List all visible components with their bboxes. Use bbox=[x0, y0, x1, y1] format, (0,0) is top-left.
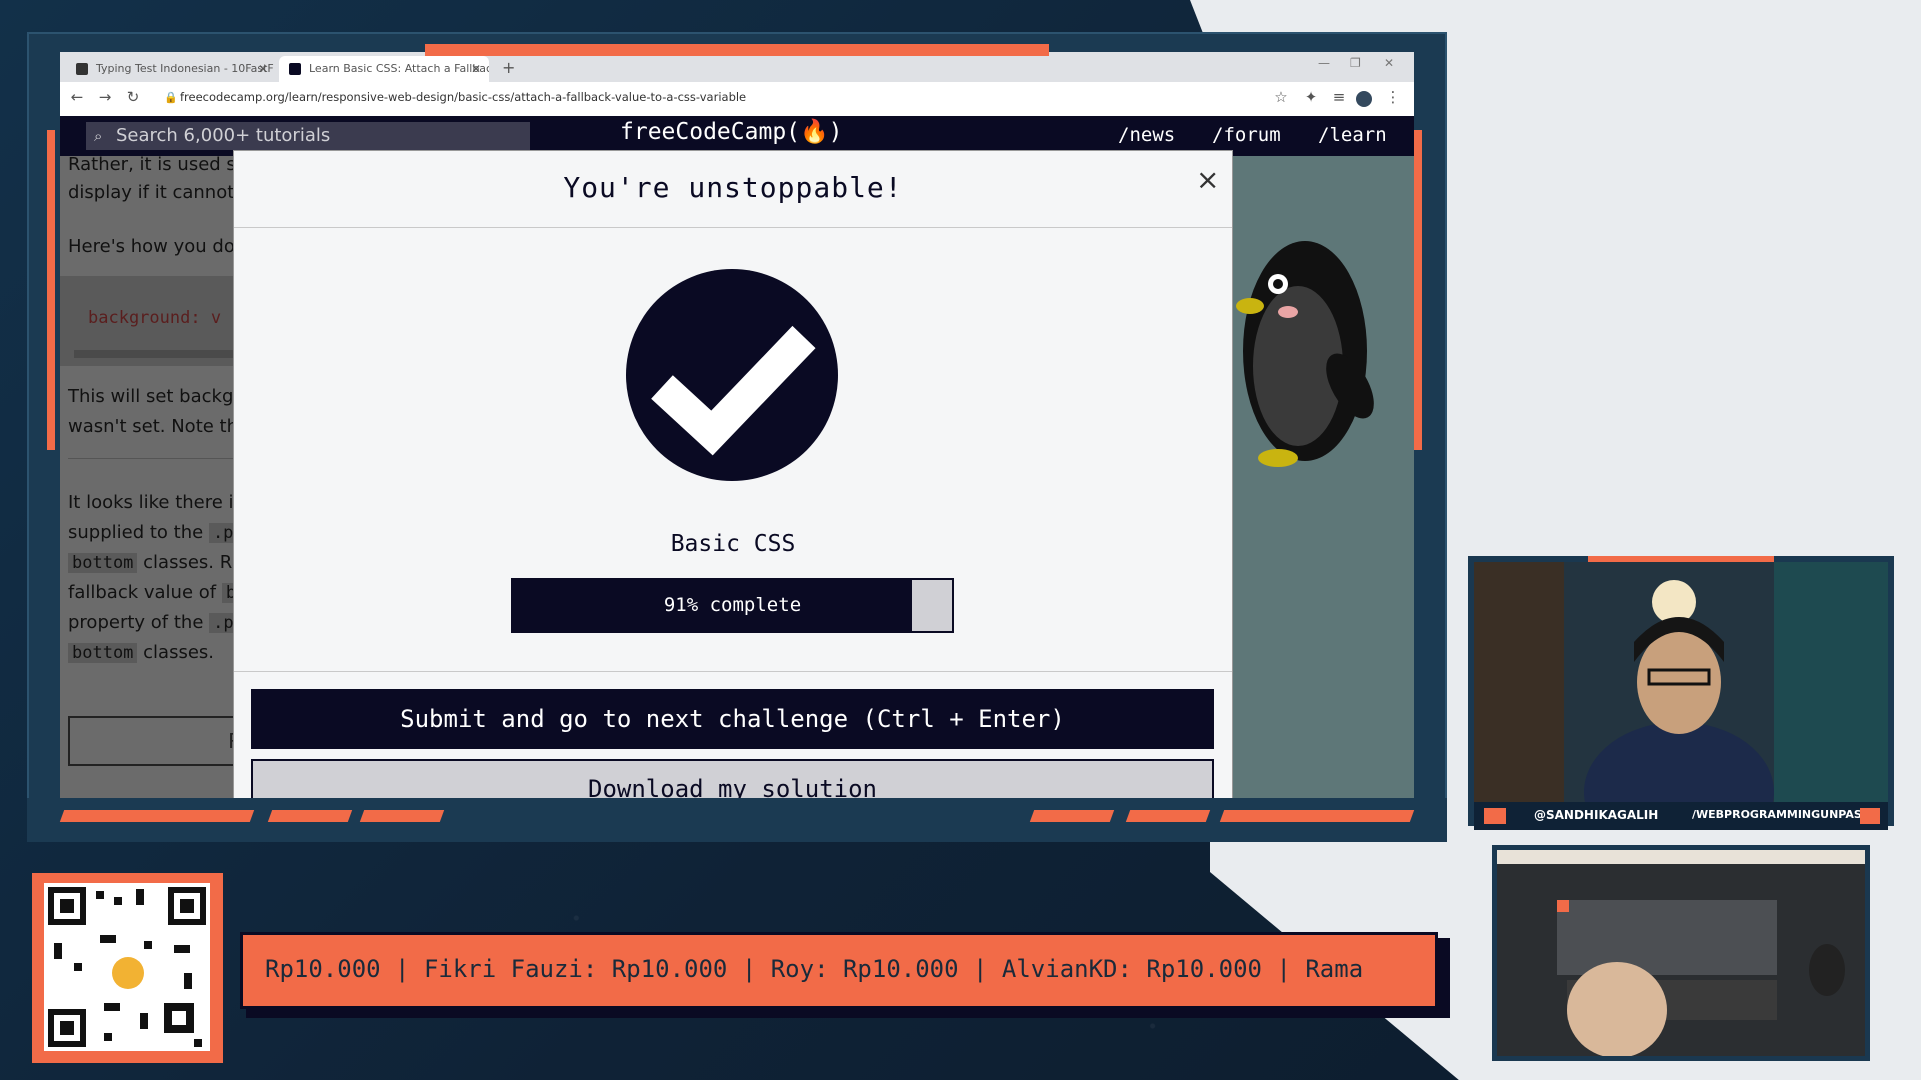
keyboard-video bbox=[1497, 850, 1865, 1056]
frame-accent-bottom bbox=[267, 810, 353, 822]
search-input[interactable]: ⌕ Search 6,000+ tutorials bbox=[86, 122, 530, 150]
lesson-text: This will set backgr bbox=[68, 386, 241, 407]
bookmark-star-icon[interactable]: ☆ bbox=[1270, 88, 1292, 106]
lesson-text: display if it cannot f bbox=[68, 182, 247, 203]
back-arrow-icon[interactable]: ← bbox=[66, 88, 88, 106]
nav-link-news[interactable]: /news bbox=[1118, 124, 1175, 146]
tab-label: Learn Basic CSS: Attach a Fallbac bbox=[309, 62, 489, 75]
fcc-favicon bbox=[289, 63, 301, 75]
completion-modal: You're unstoppable! × Basic CSS 91% comp… bbox=[233, 150, 1233, 800]
donation-ticker: Rp10.000 | Fikri Fauzi: Rp10.000 | Roy: … bbox=[240, 932, 1438, 1009]
fcc-logo[interactable]: freeCodeCamp(🔥) bbox=[620, 118, 843, 145]
streamer-video bbox=[1474, 562, 1888, 820]
frame-accent-right bbox=[1414, 130, 1422, 450]
lesson-text: wasn't set. Note th bbox=[68, 416, 239, 437]
youtube-icon bbox=[1860, 808, 1880, 824]
frame-accent-bottom bbox=[59, 810, 255, 822]
tab-basic-css[interactable]: Learn Basic CSS: Attach a Fallbac ✕ bbox=[279, 56, 489, 82]
penguin-illustration bbox=[1236, 241, 1374, 467]
social-handles-bar: @SANDHIKAGALIH /WEBPROGRAMMINGUNPAS bbox=[1474, 802, 1888, 830]
qr-image bbox=[44, 883, 210, 1051]
certification-name: Basic CSS bbox=[670, 531, 796, 557]
webcam-accent bbox=[1588, 556, 1774, 562]
submit-next-challenge-button[interactable]: Submit and go to next challenge (Ctrl + … bbox=[251, 689, 1214, 749]
lesson-text: classes. Ra bbox=[143, 552, 243, 573]
download-solution-button[interactable]: Download my solution bbox=[251, 759, 1214, 799]
frame-accent-bottom bbox=[359, 810, 445, 822]
lesson-text: property of the bbox=[68, 612, 204, 633]
close-tab-icon[interactable]: ✕ bbox=[258, 56, 268, 82]
address-bar: ← → ↻ 🔒 freecodecamp.org/learn/responsiv… bbox=[60, 82, 1414, 117]
lock-icon: 🔒 bbox=[164, 91, 178, 104]
divider bbox=[68, 458, 240, 459]
close-tab-icon[interactable]: ✕ bbox=[471, 56, 481, 82]
search-icon: ⌕ bbox=[94, 127, 103, 145]
frame-accent-left bbox=[47, 130, 55, 450]
close-icon[interactable]: × bbox=[1196, 163, 1219, 196]
forward-arrow-icon[interactable]: → bbox=[94, 88, 116, 106]
tab-bar: Typing Test Indonesian - 10FastF ✕ Learn… bbox=[60, 52, 1414, 82]
tab-label: Typing Test Indonesian - 10FastF bbox=[96, 62, 274, 75]
progress-bar: 91% complete bbox=[511, 578, 954, 633]
reload-icon[interactable]: ↻ bbox=[122, 88, 144, 106]
progress-label: 91% complete bbox=[663, 594, 802, 616]
webcam-keyboard bbox=[1492, 845, 1870, 1061]
code-block: background: v bbox=[60, 276, 240, 366]
lesson-text: classes. bbox=[143, 642, 215, 663]
nav-link-forum[interactable]: /forum bbox=[1212, 124, 1281, 146]
frame-accent-bottom bbox=[1125, 810, 1211, 822]
menu-dots-icon[interactable]: ⋮ bbox=[1382, 88, 1404, 106]
frame-accent-top bbox=[425, 44, 1049, 56]
preview-pane bbox=[1230, 156, 1414, 798]
minimize-icon[interactable]: — bbox=[1318, 56, 1330, 70]
tab-favicon bbox=[76, 63, 88, 75]
nav-link-learn[interactable]: /learn bbox=[1318, 124, 1387, 146]
close-window-icon[interactable]: ✕ bbox=[1384, 56, 1394, 70]
inline-code: bottom bbox=[68, 553, 138, 573]
ticker-text: Rp10.000 | Fikri Fauzi: Rp10.000 | Roy: … bbox=[265, 955, 1364, 983]
modal-header: You're unstoppable! × bbox=[234, 151, 1232, 228]
profile-avatar[interactable] bbox=[1356, 91, 1372, 107]
code-text: background: v bbox=[88, 308, 222, 328]
frame-accent-bottom bbox=[1219, 810, 1415, 822]
webcam-streamer bbox=[1468, 556, 1894, 826]
modal-divider bbox=[234, 671, 1232, 672]
handle-left: @SANDHIKAGALIH bbox=[1534, 808, 1659, 822]
run-tests-button[interactable]: R bbox=[68, 716, 248, 766]
new-tab-button[interactable]: + bbox=[502, 58, 515, 77]
check-circle-icon bbox=[626, 269, 838, 481]
handle-right: /WEBPROGRAMMINGUNPAS bbox=[1692, 808, 1862, 821]
search-placeholder: Search 6,000+ tutorials bbox=[116, 125, 331, 146]
modal-title: You're unstoppable! bbox=[563, 171, 903, 204]
url-field[interactable]: freecodecamp.org/learn/responsive-web-de… bbox=[180, 90, 746, 104]
lesson-text: supplied to the bbox=[68, 522, 204, 543]
maximize-icon[interactable]: ❐ bbox=[1350, 56, 1361, 70]
tab-typing-test[interactable]: Typing Test Indonesian - 10FastF ✕ bbox=[66, 56, 276, 82]
lesson-description-pane: Rather, it is used so display if it cann… bbox=[60, 154, 248, 798]
code-scrollbar[interactable] bbox=[74, 350, 240, 358]
inline-code: bottom bbox=[68, 643, 138, 663]
lesson-text: Here's how you do bbox=[68, 236, 235, 257]
extensions-icon[interactable]: ✦ bbox=[1300, 88, 1322, 106]
social-icon bbox=[1484, 808, 1506, 824]
lesson-text: Rather, it is used so bbox=[68, 154, 247, 175]
frame-accent-bottom bbox=[1029, 810, 1115, 822]
lesson-text: fallback value of bbox=[68, 582, 217, 603]
lesson-text: It looks like there is bbox=[68, 492, 243, 513]
donation-qr-code bbox=[32, 873, 223, 1063]
reading-list-icon[interactable]: ≡ bbox=[1328, 88, 1350, 106]
